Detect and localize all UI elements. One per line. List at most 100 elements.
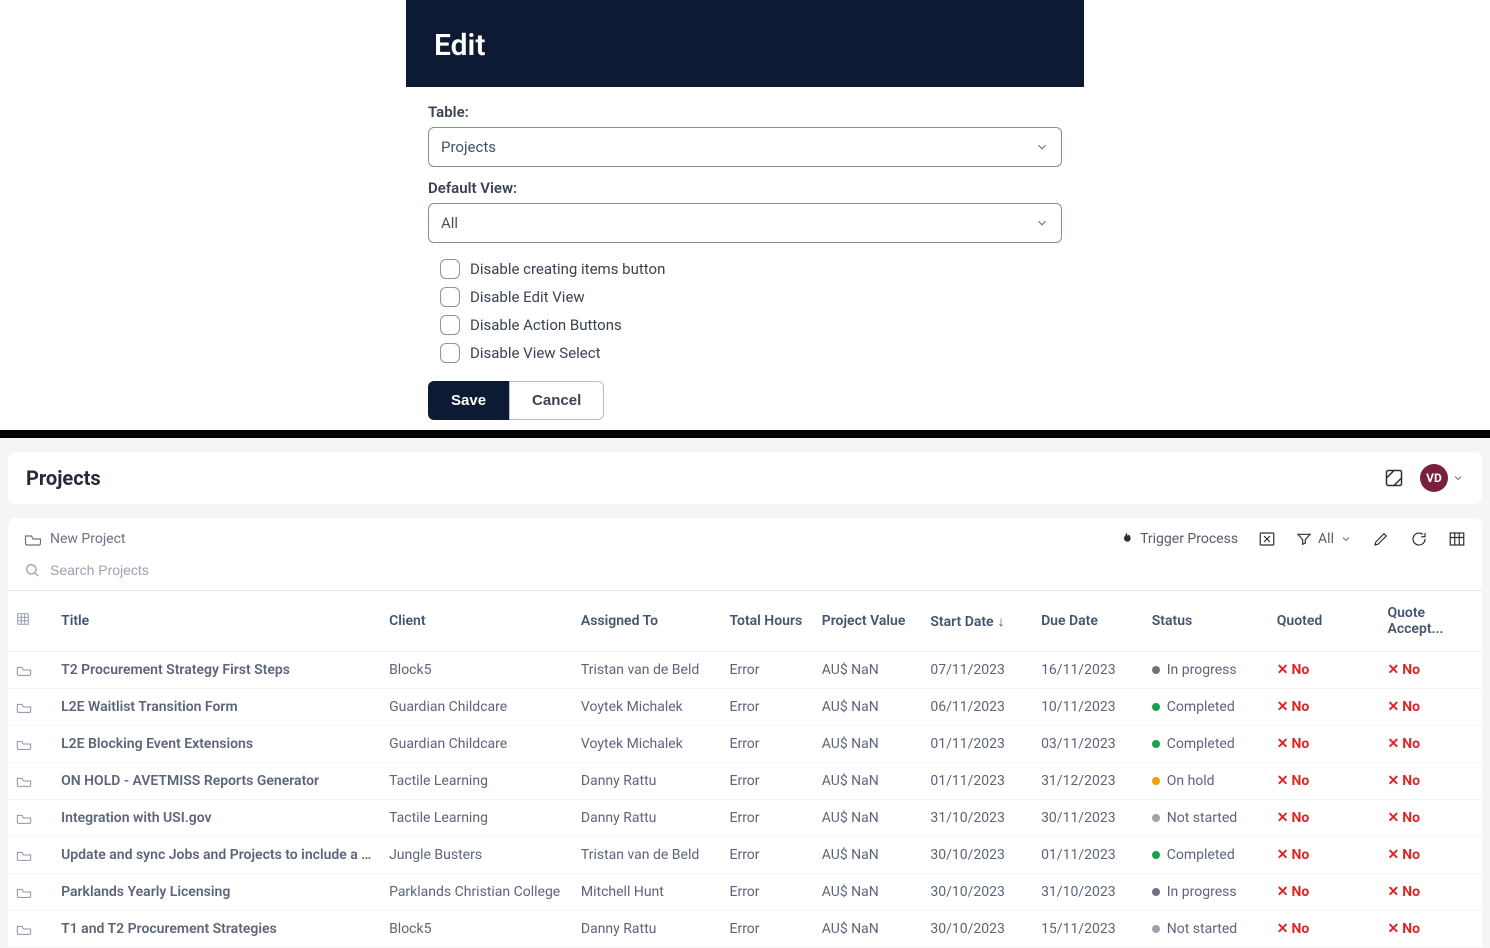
- col-quoted[interactable]: Quoted: [1269, 591, 1380, 652]
- chevron-down-icon: [1340, 533, 1352, 545]
- cell-quoted: ✕ No: [1269, 911, 1380, 948]
- col-title[interactable]: Title: [53, 591, 381, 652]
- cell-value: AU$ NaN: [814, 911, 923, 948]
- check-label: Disable creating items button: [470, 260, 665, 278]
- table-row[interactable]: T1 and T2 Procurement StrategiesBlock5Da…: [8, 911, 1482, 948]
- cell-accept: ✕ No: [1379, 911, 1482, 948]
- table-row[interactable]: T2 Procurement Strategy First StepsBlock…: [8, 652, 1482, 689]
- table-select[interactable]: Projects: [428, 127, 1062, 167]
- cell-title: Update and sync Jobs and Projects to inc…: [53, 837, 381, 874]
- cell-hours: Error: [722, 689, 814, 726]
- header-right: VD: [1384, 464, 1464, 492]
- check-disable-create: Disable creating items button: [440, 259, 1062, 279]
- defaultview-select-value: All: [441, 214, 458, 232]
- col-select[interactable]: [8, 591, 53, 652]
- trigger-process-button[interactable]: Trigger Process: [1118, 531, 1238, 547]
- folder-icon: [16, 664, 32, 676]
- cell-value: AU$ NaN: [814, 874, 923, 911]
- cell-status: Completed: [1144, 837, 1269, 874]
- check-disable-actions: Disable Action Buttons: [440, 315, 1062, 335]
- app-icon[interactable]: [1384, 468, 1404, 488]
- status-dot-icon: [1152, 851, 1160, 859]
- export-excel-button[interactable]: [1258, 530, 1276, 548]
- cell-due: 30/11/2023: [1033, 800, 1144, 837]
- cell-title: ON HOLD - AVETMISS Reports Generator: [53, 763, 381, 800]
- folder-icon: [16, 701, 32, 713]
- x-icon: ✕: [1387, 921, 1399, 937]
- col-accept[interactable]: Quote Accept...: [1379, 591, 1482, 652]
- defaultview-select[interactable]: All: [428, 203, 1062, 243]
- cell-due: 15/11/2023: [1033, 911, 1144, 948]
- refresh-icon: [1410, 530, 1428, 548]
- cell-hours: Error: [722, 874, 814, 911]
- x-icon: ✕: [1277, 736, 1289, 752]
- pencil-icon: [1372, 530, 1390, 548]
- table-row[interactable]: Parklands Yearly LicensingParklands Chri…: [8, 874, 1482, 911]
- cell-assigned: Voytek Michalek: [573, 726, 722, 763]
- cell-accept: ✕ No: [1379, 800, 1482, 837]
- folder-icon: [16, 775, 32, 787]
- table-row[interactable]: L2E Blocking Event ExtensionsGuardian Ch…: [8, 726, 1482, 763]
- cell-assigned: Danny Rattu: [573, 763, 722, 800]
- table-row[interactable]: Integration with USI.govTactile Learning…: [8, 800, 1482, 837]
- new-project-label: New Project: [50, 531, 126, 547]
- table-row[interactable]: L2E Waitlist Transition FormGuardian Chi…: [8, 689, 1482, 726]
- modal-buttons: Save Cancel: [428, 381, 1062, 420]
- grid-icon: [16, 612, 30, 626]
- search-input[interactable]: [50, 562, 350, 578]
- col-status[interactable]: Status: [1144, 591, 1269, 652]
- x-icon: ✕: [1277, 773, 1289, 789]
- search-icon: [24, 562, 40, 578]
- checkbox-disable-create[interactable]: [440, 259, 460, 279]
- table-row[interactable]: ON HOLD - AVETMISS Reports GeneratorTact…: [8, 763, 1482, 800]
- col-assigned[interactable]: Assigned To: [573, 591, 722, 652]
- col-due[interactable]: Due Date: [1033, 591, 1144, 652]
- col-hours[interactable]: Total Hours: [722, 591, 814, 652]
- checks-group: Disable creating items button Disable Ed…: [440, 259, 1062, 363]
- check-label: Disable View Select: [470, 344, 601, 362]
- col-value[interactable]: Project Value: [814, 591, 923, 652]
- edit-icon-button[interactable]: [1372, 530, 1390, 548]
- cell-client: Jungle Busters: [381, 837, 573, 874]
- checkbox-disable-viewselect[interactable]: [440, 343, 460, 363]
- chevron-down-icon: [1035, 216, 1049, 230]
- search-row: [8, 554, 1482, 591]
- cell-start: 30/10/2023: [922, 837, 1033, 874]
- cell-start: 01/11/2023: [922, 763, 1033, 800]
- cell-value: AU$ NaN: [814, 652, 923, 689]
- user-menu[interactable]: VD: [1420, 464, 1464, 492]
- cell-title: L2E Waitlist Transition Form: [53, 689, 381, 726]
- cancel-button[interactable]: Cancel: [509, 381, 604, 420]
- row-icon-cell: [8, 837, 53, 874]
- new-project-button[interactable]: New Project: [24, 531, 126, 547]
- cell-quoted: ✕ No: [1269, 726, 1380, 763]
- save-button[interactable]: Save: [428, 381, 509, 420]
- cell-start: 30/10/2023: [922, 874, 1033, 911]
- columns-button[interactable]: [1448, 530, 1466, 548]
- check-disable-edit: Disable Edit View: [440, 287, 1062, 307]
- checkbox-disable-actions[interactable]: [440, 315, 460, 335]
- check-label: Disable Edit View: [470, 288, 585, 306]
- cell-value: AU$ NaN: [814, 763, 923, 800]
- checkbox-disable-edit[interactable]: [440, 287, 460, 307]
- folder-icon: [16, 738, 32, 750]
- filter-button[interactable]: All: [1296, 531, 1352, 547]
- check-disable-viewselect: Disable View Select: [440, 343, 1062, 363]
- cell-assigned: Mitchell Hunt: [573, 874, 722, 911]
- x-icon: ✕: [1387, 736, 1399, 752]
- cell-hours: Error: [722, 837, 814, 874]
- status-dot-icon: [1152, 777, 1160, 785]
- col-client[interactable]: Client: [381, 591, 573, 652]
- col-start[interactable]: Start Date↓: [922, 591, 1033, 652]
- folder-icon: [16, 886, 32, 898]
- avatar: VD: [1420, 464, 1448, 492]
- toolbar-card: New Project Trigger Process All: [8, 518, 1482, 948]
- page-header: Projects VD: [8, 452, 1482, 504]
- defaultview-label: Default View:: [428, 179, 1062, 197]
- table-row[interactable]: Update and sync Jobs and Projects to inc…: [8, 837, 1482, 874]
- cell-client: Guardian Childcare: [381, 689, 573, 726]
- cell-assigned: Voytek Michalek: [573, 689, 722, 726]
- folder-icon: [16, 849, 32, 861]
- refresh-button[interactable]: [1410, 530, 1428, 548]
- filter-icon: [1296, 531, 1312, 547]
